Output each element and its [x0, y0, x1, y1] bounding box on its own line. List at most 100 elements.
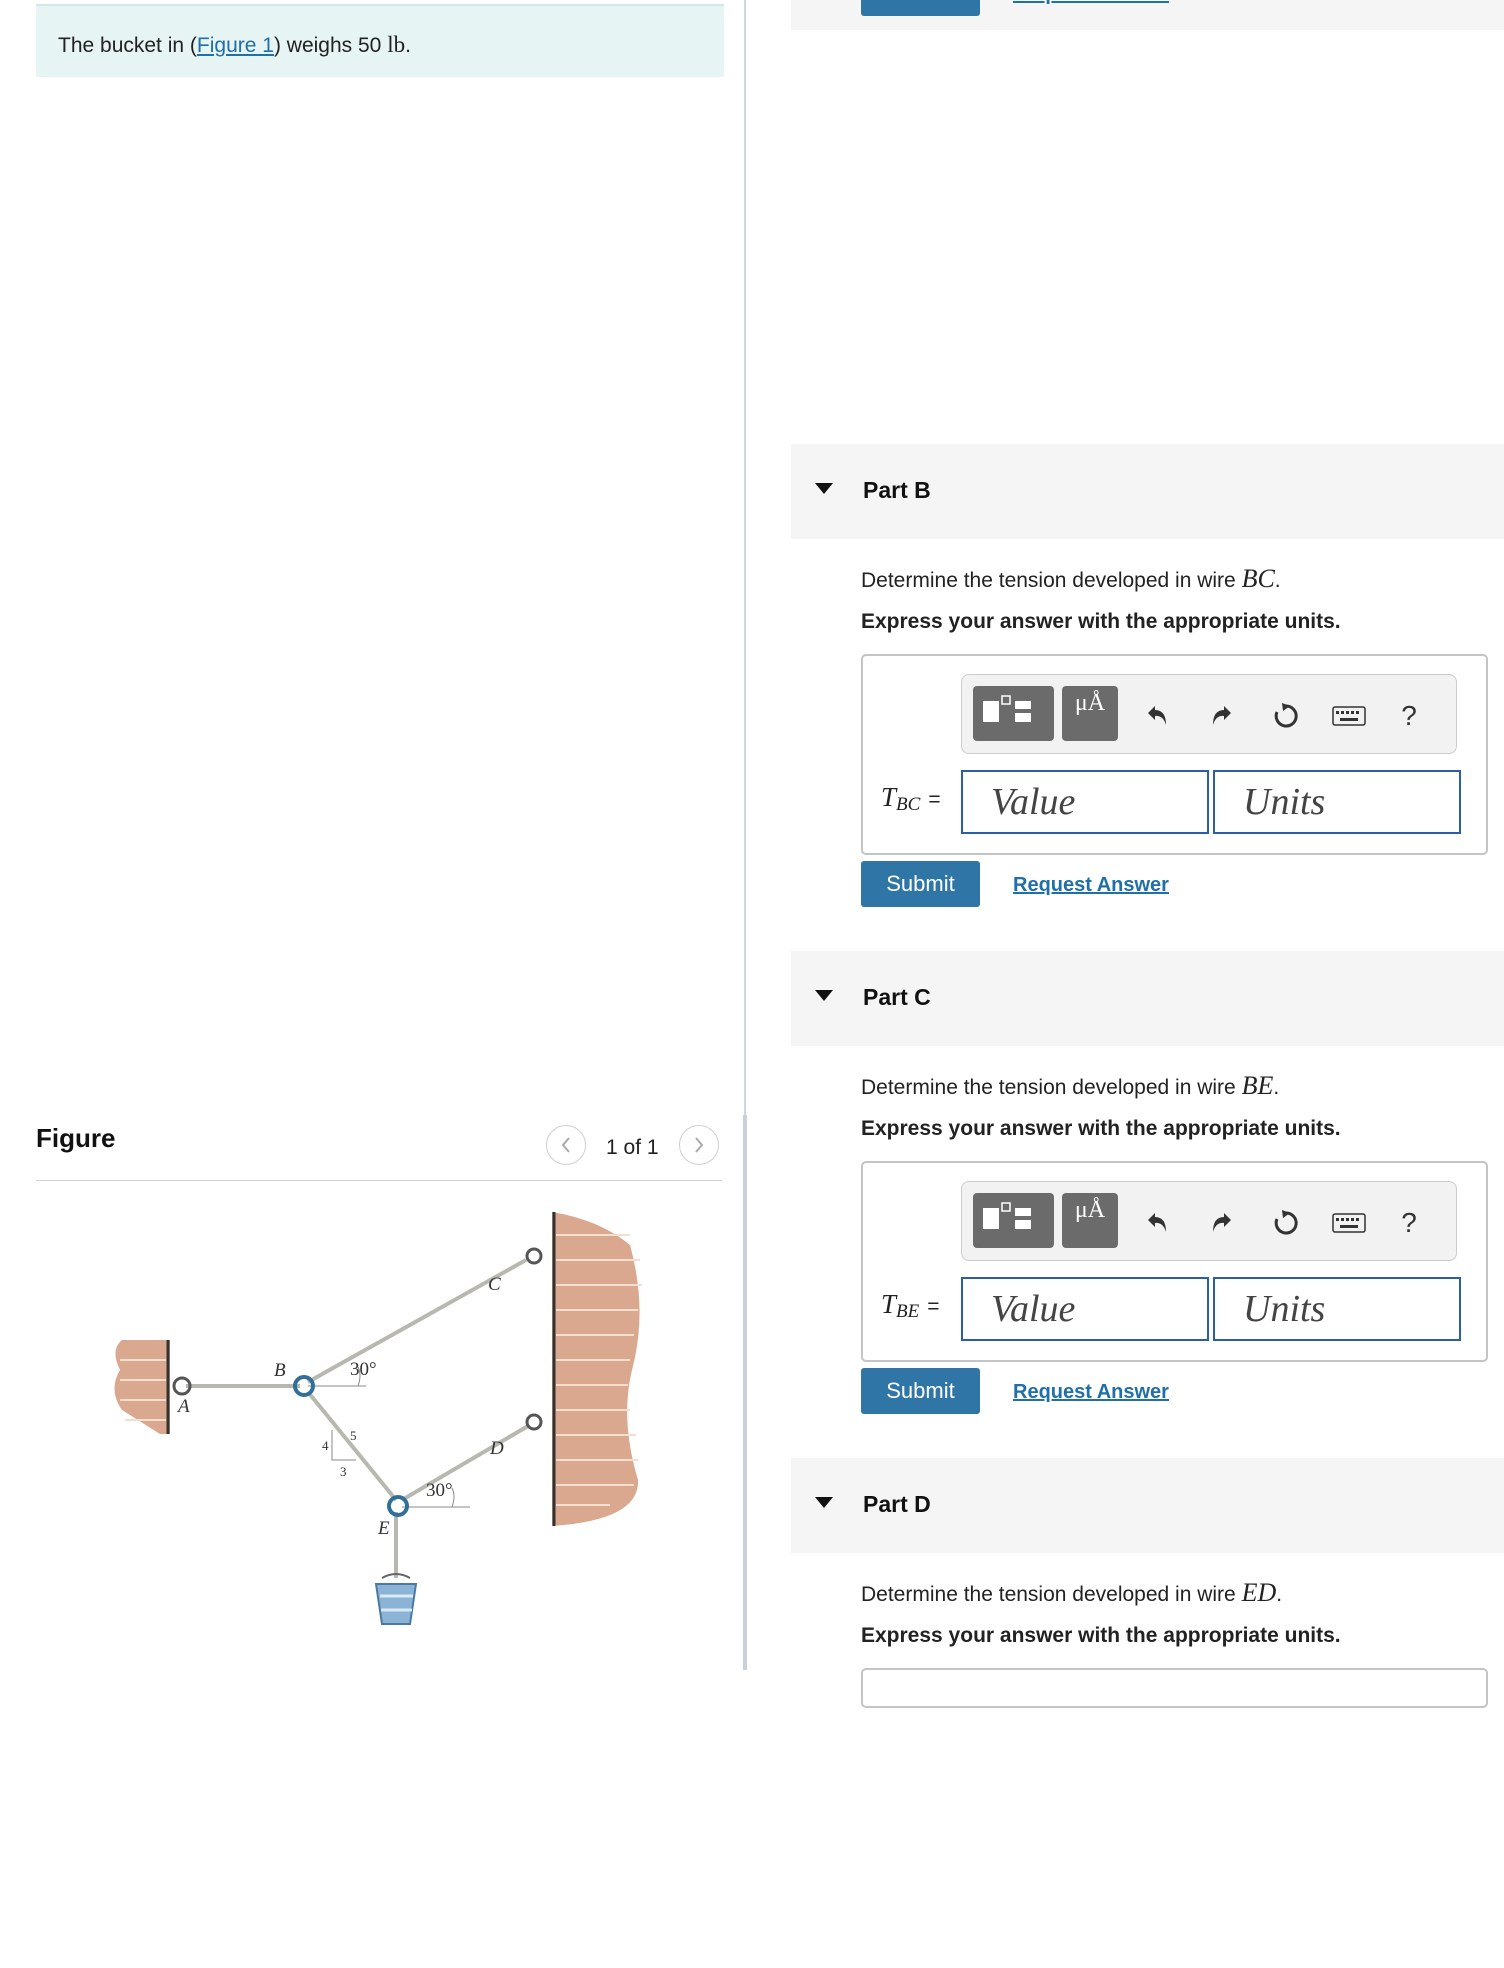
request-answer-link[interactable]: Request Answer	[1013, 0, 1169, 6]
instruction-text: Express your answer with the appropriate…	[861, 1624, 1341, 1647]
question-period: .	[1276, 1583, 1283, 1606]
units-button[interactable]: μÅ	[1062, 1193, 1118, 1248]
keyboard-button[interactable]	[1332, 699, 1366, 733]
undo-icon	[1148, 706, 1166, 725]
collapse-caret-icon[interactable]	[815, 990, 833, 1001]
figure-diagram: A B C D E 30° 30° 4 3 5	[114, 1212, 642, 1625]
units-placeholder: Units	[1243, 1288, 1326, 1330]
part-title[interactable]: Part C	[863, 984, 931, 1011]
part-title[interactable]: Part B	[863, 477, 931, 504]
reset-icon	[1274, 1210, 1298, 1235]
part-d-section: Part D Determine the tension developed i…	[747, 1458, 1504, 1968]
slope-label-vertical: 4	[322, 1438, 329, 1453]
templates-button[interactable]	[973, 1193, 1054, 1248]
equation-toolbar: μÅ ?	[961, 1181, 1457, 1261]
units-input[interactable]: Units	[1213, 770, 1461, 834]
problem-statement: The bucket in (Figure 1) weighs 50 lb.	[36, 4, 724, 77]
figure-link[interactable]: Figure 1	[197, 34, 274, 57]
undo-button[interactable]	[1140, 699, 1174, 733]
redo-icon	[1213, 706, 1231, 725]
question-period: .	[1273, 1076, 1280, 1099]
value-input[interactable]: Value	[961, 1277, 1209, 1341]
right-wall	[552, 1212, 642, 1526]
answer-box: μÅ ? TBC = Value Units	[861, 654, 1488, 855]
variable-label: TBE =	[881, 1289, 940, 1323]
part-b-section: Part B Determine the tension developed i…	[747, 444, 1504, 954]
question-text: Determine the tension developed in wire …	[861, 564, 1281, 594]
units-button[interactable]: μÅ	[1062, 686, 1118, 741]
answer-box: μÅ ? TBE = Value Units	[861, 1161, 1488, 1362]
variable-subscript: BC	[896, 794, 921, 816]
slope-label-horizontal: 3	[340, 1464, 347, 1479]
value-placeholder: Value	[991, 1288, 1076, 1330]
help-button[interactable]: ?	[1392, 699, 1426, 733]
label-b: B	[274, 1360, 286, 1381]
submit-button[interactable]: Submit	[861, 0, 980, 16]
wire-name: ED	[1241, 1578, 1277, 1607]
question-prefix: Determine the tension developed in wire	[861, 569, 1242, 592]
previous-figure-button[interactable]	[546, 1125, 586, 1165]
equation-toolbar: μÅ ?	[961, 674, 1457, 754]
angle-label-bc: 30°	[350, 1359, 377, 1380]
part-a-section: Part A Determine the tension developed i…	[747, 0, 1504, 63]
label-d: D	[489, 1438, 504, 1459]
label-c: C	[488, 1274, 501, 1295]
bucket	[374, 1573, 418, 1625]
variable-symbol: T	[881, 1289, 897, 1319]
wire-name: BC	[1241, 564, 1275, 593]
collapse-caret-icon[interactable]	[815, 1497, 833, 1508]
problem-unit: lb	[387, 32, 406, 57]
units-button-label: μÅ	[1074, 1197, 1106, 1223]
part-header[interactable]: Part B	[791, 444, 1504, 539]
wire-name: BE	[1241, 1071, 1274, 1100]
reset-button[interactable]	[1269, 1206, 1303, 1240]
variable-label: TBC =	[881, 782, 941, 816]
chevron-left-icon	[561, 1137, 570, 1153]
templates-button[interactable]	[973, 686, 1054, 741]
part-header[interactable]: Part D	[791, 1458, 1504, 1553]
units-button-label: μÅ	[1074, 690, 1106, 716]
equals-sign: =	[928, 788, 941, 811]
part-title[interactable]: Part D	[863, 1491, 931, 1518]
keyboard-icon	[1332, 1213, 1366, 1233]
collapse-caret-icon[interactable]	[815, 483, 833, 494]
figure-title: Figure	[36, 1123, 116, 1153]
variable-symbol: T	[881, 782, 897, 812]
instruction-text: Express your answer with the appropriate…	[861, 1117, 1341, 1140]
right-panel: Part A Determine the tension developed i…	[747, 0, 1504, 1708]
keyboard-button[interactable]	[1332, 1206, 1366, 1240]
value-placeholder: Value	[991, 781, 1076, 823]
templates-icon	[983, 1202, 1031, 1229]
redo-button[interactable]	[1205, 699, 1239, 733]
part-c-section: Part C Determine the tension developed i…	[747, 951, 1504, 1461]
submit-button[interactable]: Submit	[861, 861, 980, 907]
angle-label-ed: 30°	[426, 1480, 453, 1501]
units-input[interactable]: Units	[1213, 1277, 1461, 1341]
submit-button[interactable]: Submit	[861, 1368, 980, 1414]
value-input[interactable]: Value	[961, 770, 1209, 834]
request-answer-link[interactable]: Request Answer	[1013, 1381, 1169, 1404]
next-figure-button[interactable]	[679, 1125, 719, 1165]
instruction-text: Express your answer with the appropriate…	[861, 610, 1341, 633]
problem-text: The bucket in (Figure 1) weighs 50 lb.	[58, 32, 411, 58]
question-text: Determine the tension developed in wire …	[861, 1578, 1282, 1608]
part-header[interactable]: Part C	[791, 951, 1504, 1046]
problem-prefix: The bucket in (	[58, 34, 197, 57]
question-period: .	[1274, 569, 1281, 592]
redo-icon	[1213, 1213, 1231, 1232]
undo-icon	[1148, 1213, 1166, 1232]
problem-end: .	[405, 34, 411, 57]
left-panel: The bucket in (Figure 1) weighs 50 lb. F…	[0, 0, 745, 1670]
figure-pager-text: 1 of 1	[606, 1136, 659, 1159]
slope-label-hypotenuse: 5	[350, 1428, 357, 1443]
label-e: E	[377, 1518, 390, 1539]
reset-button[interactable]	[1269, 699, 1303, 733]
request-answer-link[interactable]: Request Answer	[1013, 874, 1169, 897]
help-button[interactable]: ?	[1392, 1206, 1426, 1240]
left-wall	[114, 1340, 170, 1434]
wires	[186, 1258, 530, 1578]
undo-button[interactable]	[1140, 1206, 1174, 1240]
label-a: A	[176, 1396, 190, 1417]
units-placeholder: Units	[1243, 781, 1326, 823]
redo-button[interactable]	[1205, 1206, 1239, 1240]
